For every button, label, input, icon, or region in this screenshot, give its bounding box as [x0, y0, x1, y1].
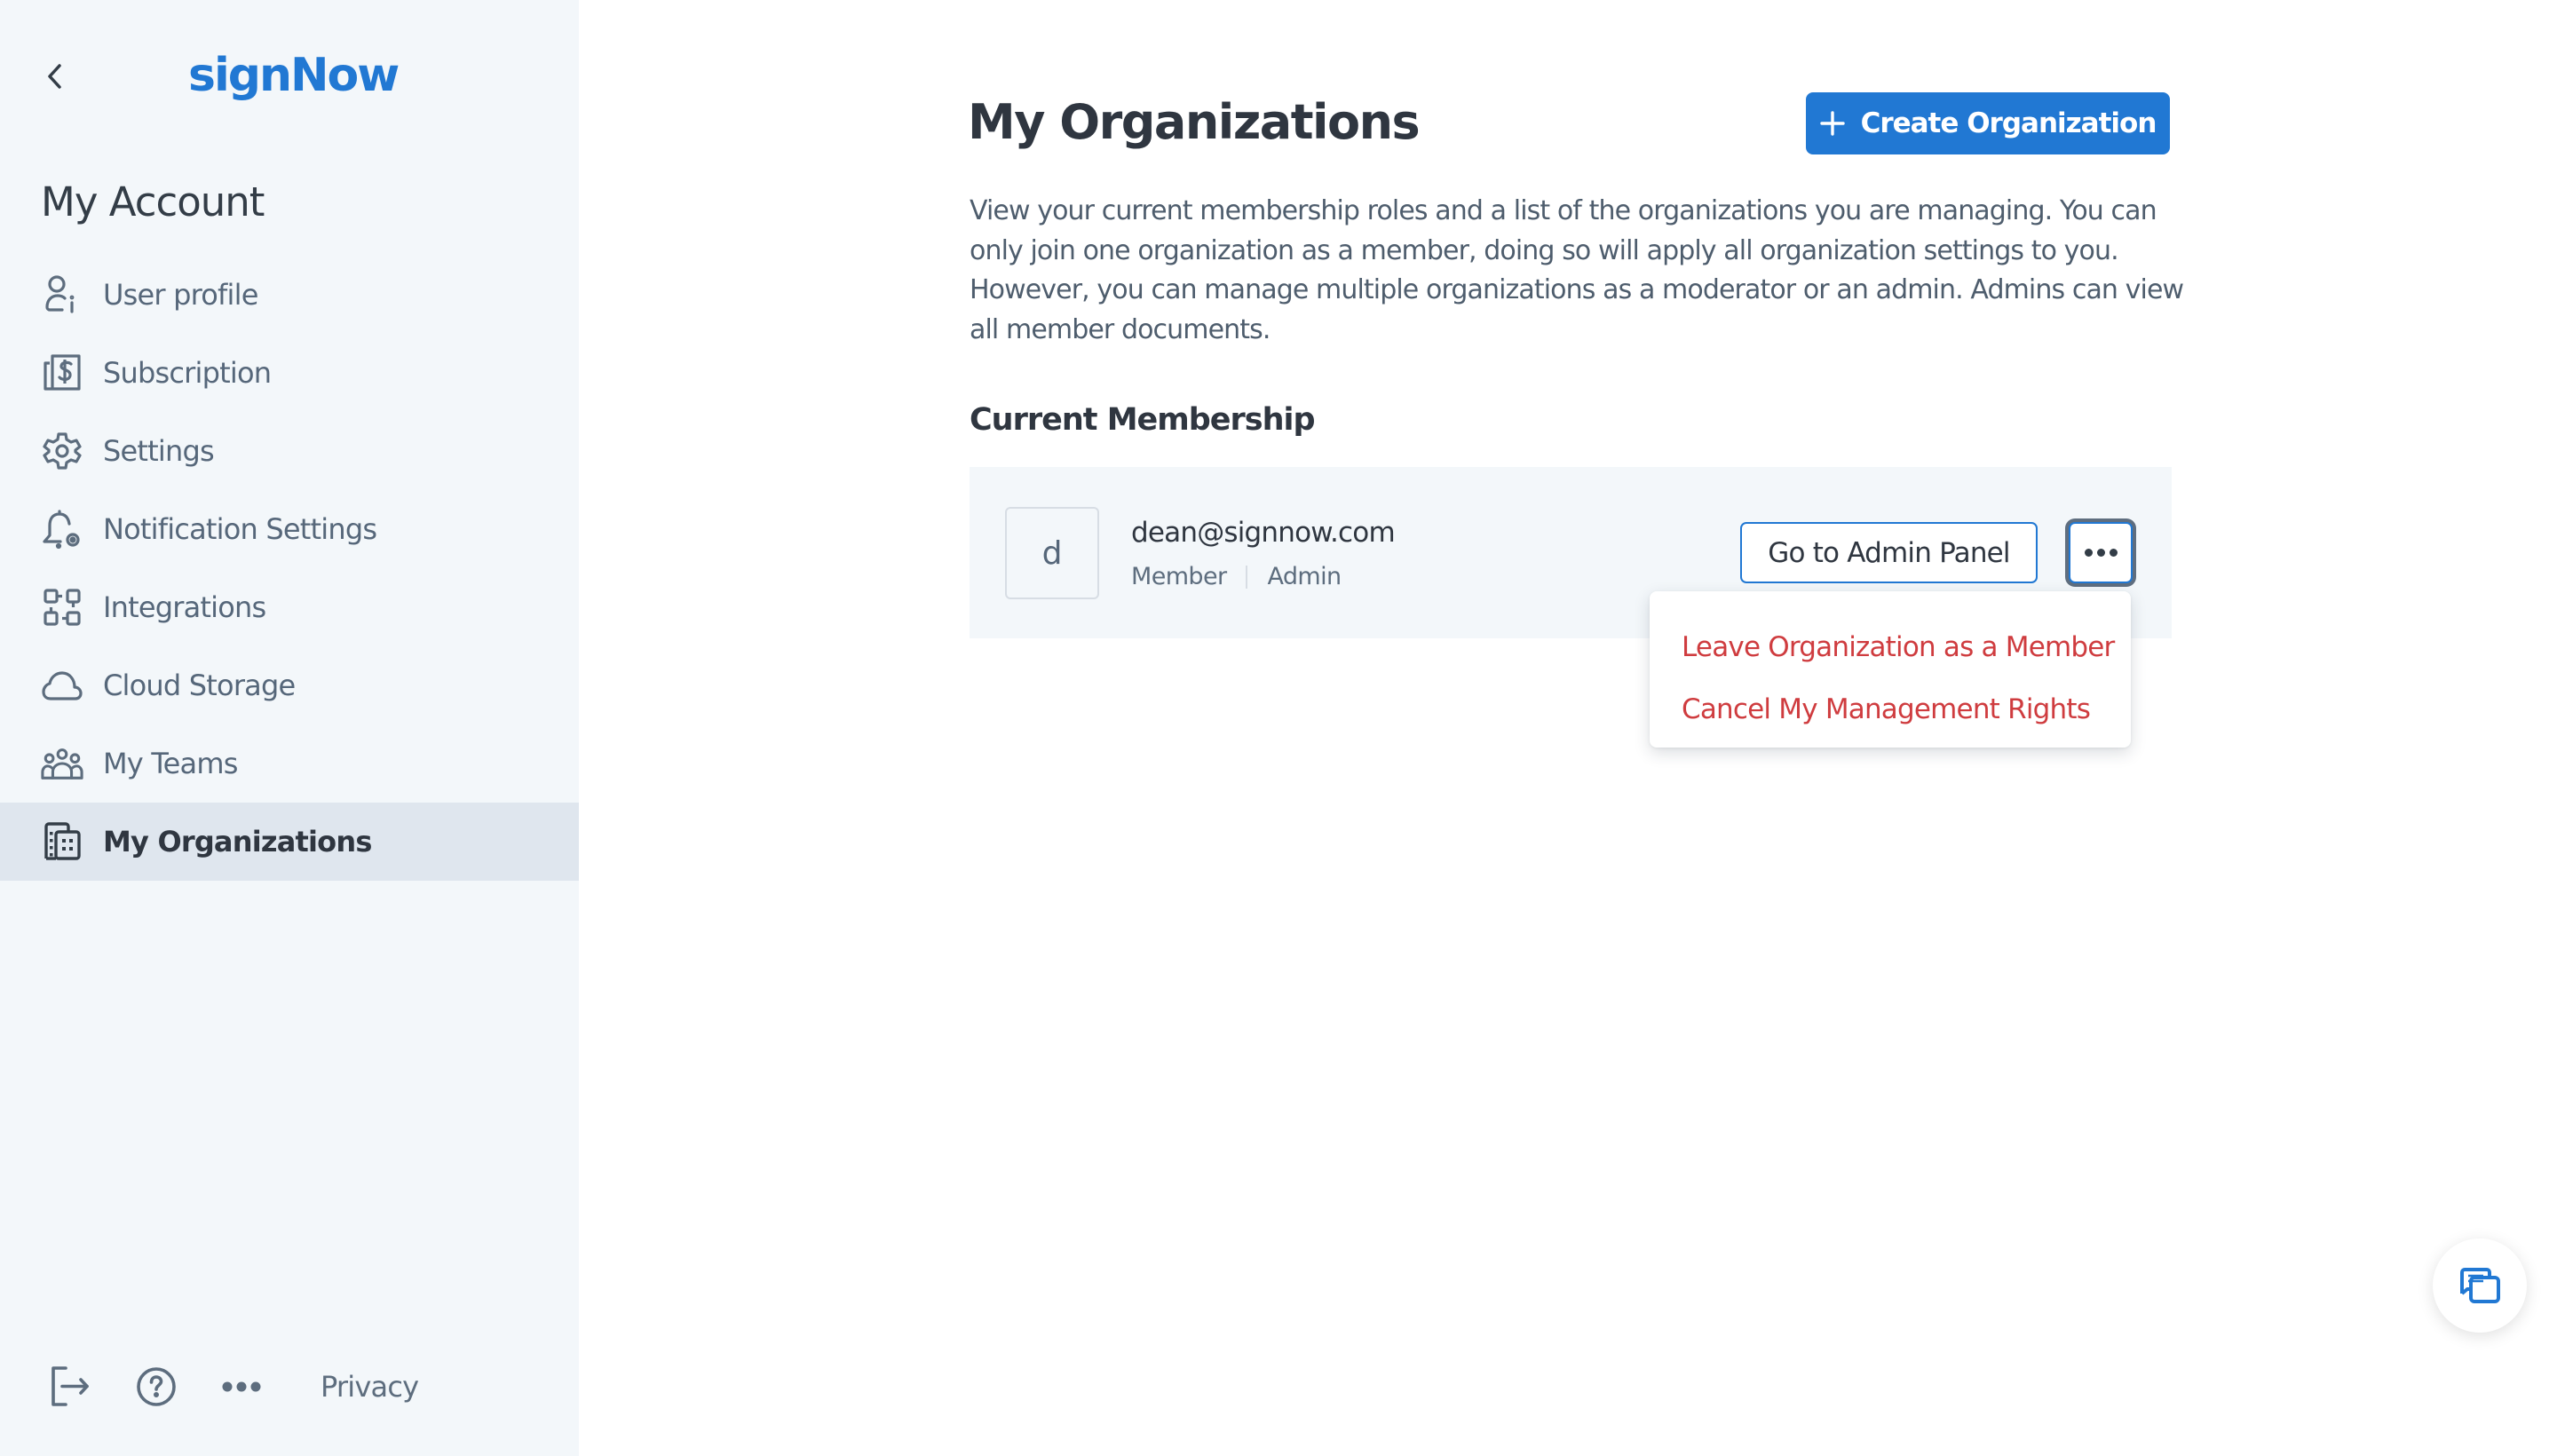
membership-roles: Member Admin: [1131, 559, 1342, 595]
sidebar-item-my-teams[interactable]: My Teams: [0, 724, 579, 803]
sidebar-nav: User profile Subscription Settings Notif…: [0, 256, 579, 881]
membership-actions-menu: Leave Organization as a Member Cancel My…: [1650, 591, 2131, 748]
sidebar-item-user-profile[interactable]: User profile: [0, 256, 579, 334]
chevron-left-icon: [48, 64, 61, 89]
more-options-button[interactable]: [218, 1364, 265, 1410]
logout-button[interactable]: [46, 1364, 92, 1410]
membership-email: dean@signnow.com: [1131, 517, 1396, 549]
section-title-current-membership: Current Membership: [970, 402, 1316, 438]
role-separator: [1246, 566, 1248, 589]
sidebar-item-label: User profile: [103, 278, 258, 312]
page-title: My Organizations: [968, 94, 1421, 150]
bell-gear-icon: [41, 508, 83, 550]
role-member: Member: [1131, 563, 1227, 590]
sidebar-item-label: Notification Settings: [103, 512, 377, 546]
signnow-logo[interactable]: signNow: [188, 44, 400, 107]
chat-bubbles-icon: [2460, 1268, 2500, 1303]
help-button[interactable]: [133, 1364, 179, 1410]
sidebar-item-label: Subscription: [103, 356, 272, 390]
sidebar-item-label: Cloud Storage: [103, 669, 296, 702]
create-organization-label: Create Organization: [1860, 107, 2157, 139]
more-horizontal-icon: [2084, 549, 2093, 557]
subscription-dollar-icon: [41, 352, 83, 394]
sidebar-item-subscription[interactable]: Subscription: [0, 334, 579, 412]
plus-icon: [1819, 106, 1845, 141]
integrations-icon: [41, 586, 83, 629]
chat-widget-button[interactable]: [2433, 1238, 2527, 1333]
sidebar-item-label: My Teams: [103, 747, 238, 780]
team-icon: [41, 742, 83, 785]
cloud-icon: [41, 664, 83, 707]
sidebar-item-settings[interactable]: Settings: [0, 412, 579, 490]
create-organization-button[interactable]: Create Organization: [1806, 92, 2170, 154]
back-button[interactable]: [36, 57, 75, 96]
account-title: My Account: [41, 178, 265, 226]
sidebar-item-my-organizations[interactable]: My Organizations: [0, 803, 579, 881]
menu-item-leave-organization[interactable]: Leave Organization as a Member: [1650, 616, 2131, 678]
role-admin: Admin: [1267, 563, 1342, 590]
sidebar-item-label: Settings: [103, 434, 215, 468]
menu-item-cancel-management-rights[interactable]: Cancel My Management Rights: [1650, 678, 2131, 740]
sidebar-footer: Privacy: [0, 1358, 579, 1415]
membership-more-button[interactable]: [2069, 522, 2133, 583]
building-icon: [41, 820, 83, 863]
more-horizontal-icon: [222, 1381, 261, 1392]
sidebar: signNow My Account User profile Subscrip…: [0, 0, 579, 1456]
sidebar-item-cloud-storage[interactable]: Cloud Storage: [0, 646, 579, 724]
go-to-admin-panel-button[interactable]: Go to Admin Panel: [1740, 522, 2038, 583]
help-icon: [137, 1367, 176, 1406]
privacy-link[interactable]: Privacy: [321, 1367, 419, 1406]
sidebar-item-integrations[interactable]: Integrations: [0, 568, 579, 646]
organization-avatar: d: [1005, 507, 1099, 599]
user-info-icon: [41, 273, 83, 316]
sidebar-item-label: My Organizations: [103, 825, 372, 859]
sidebar-item-label: Integrations: [103, 590, 266, 624]
gear-icon: [41, 430, 83, 472]
logout-icon: [51, 1366, 89, 1406]
page-description: View your current membership roles and a…: [970, 195, 2184, 345]
sidebar-item-notification-settings[interactable]: Notification Settings: [0, 490, 579, 568]
